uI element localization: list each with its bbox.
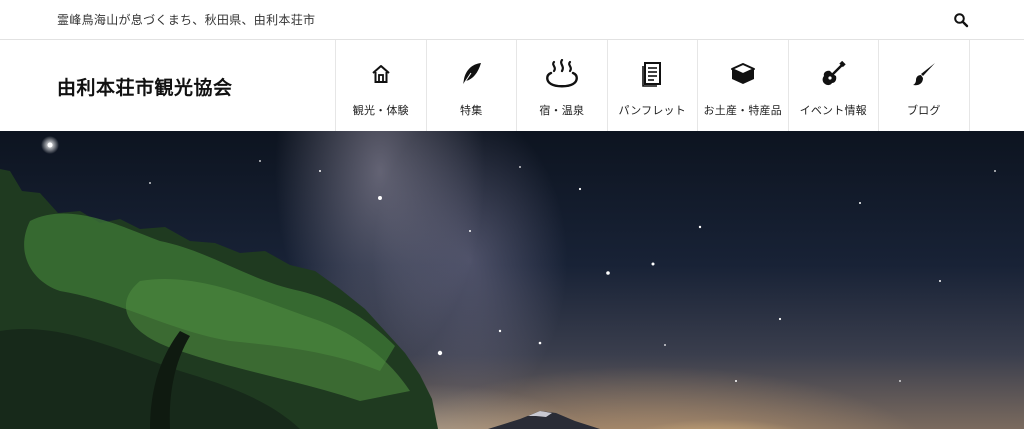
nav-label: 観光・体験 xyxy=(352,104,409,117)
main-nav: 観光・体験 特集 宿・温泉 パンフレット お土産・特産品 イベント情報 ブログ xyxy=(335,40,970,131)
box-icon xyxy=(730,60,756,88)
nav-item-features[interactable]: 特集 xyxy=(426,40,517,131)
hero-image xyxy=(0,131,1024,429)
nav-label: イベント情報 xyxy=(799,104,867,117)
nav-item-souvenirs[interactable]: お土産・特産品 xyxy=(698,40,789,131)
site-header: 由利本荘市観光協会 観光・体験 特集 宿・温泉 パンフレット お土産・特産品 イ… xyxy=(0,40,1024,131)
guitar-icon xyxy=(820,60,846,88)
hot-spring-icon xyxy=(545,59,579,88)
site-title[interactable]: 由利本荘市観光協会 xyxy=(57,73,233,100)
brush-icon xyxy=(911,60,937,88)
top-bar: 霊峰鳥海山が息づくまち、秋田県、由利本荘市 xyxy=(0,0,1024,40)
home-icon xyxy=(370,60,392,88)
nav-label: 宿・温泉 xyxy=(539,104,585,117)
feather-icon xyxy=(458,60,484,88)
document-icon xyxy=(641,60,663,88)
nav-label: 特集 xyxy=(460,104,483,117)
nav-label: お土産・特産品 xyxy=(703,104,782,117)
site-tagline: 霊峰鳥海山が息づくまち、秋田県、由利本荘市 xyxy=(57,13,316,27)
nav-item-sightseeing[interactable]: 観光・体験 xyxy=(336,40,427,131)
nav-item-events[interactable]: イベント情報 xyxy=(788,40,879,131)
search-icon[interactable] xyxy=(953,12,969,28)
nav-item-lodging[interactable]: 宿・温泉 xyxy=(517,40,608,131)
nav-item-blog[interactable]: ブログ xyxy=(879,40,970,131)
hero-night-sky-scene xyxy=(0,136,996,429)
nav-label: パンフレット xyxy=(618,104,686,117)
nav-item-pamphlet[interactable]: パンフレット xyxy=(607,40,698,131)
nav-label: ブログ xyxy=(906,104,941,117)
